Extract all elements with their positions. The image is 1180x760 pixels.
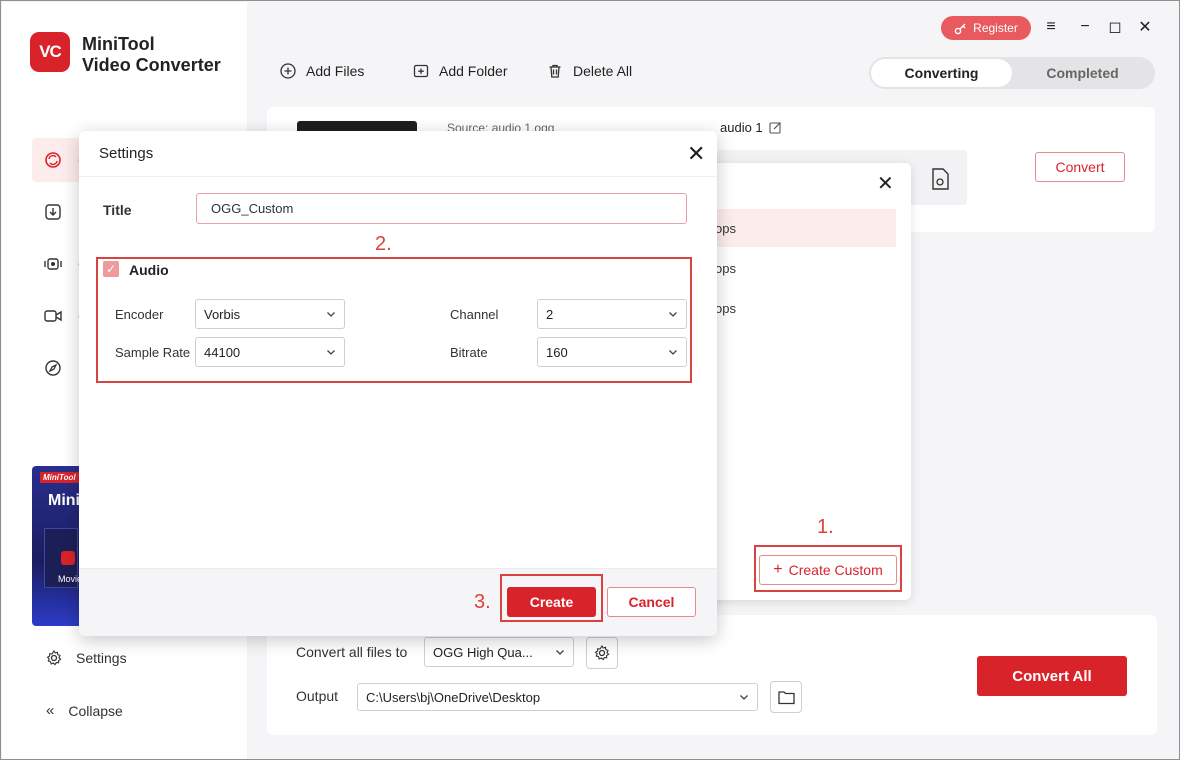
chevron-down-icon: [327, 350, 335, 355]
encoder-label: Encoder: [115, 307, 164, 322]
bitrate-value: 160: [546, 344, 568, 360]
status-tabs: Converting Completed: [869, 57, 1155, 89]
folder-icon: [777, 690, 795, 704]
annotation-step1: 1.: [817, 516, 834, 538]
promo-banner[interactable]: MiniTool Mini Movie: [32, 466, 80, 626]
output-format-select[interactable]: OGG High Qua...: [424, 637, 574, 667]
register-label: Register: [973, 21, 1018, 35]
format-preset-item[interactable]: ops: [701, 249, 896, 287]
app-name-line1: MiniTool: [82, 34, 155, 54]
tab-completed[interactable]: Completed: [1012, 59, 1153, 87]
sample-rate-label: Sample Rate: [115, 345, 191, 360]
sample-rate-select[interactable]: 44100: [195, 337, 345, 367]
encoder-value: Vorbis: [204, 306, 241, 322]
browse-folder-button[interactable]: [770, 681, 802, 713]
close-window-icon[interactable]: ✕: [1135, 17, 1155, 37]
download-icon: [45, 204, 61, 220]
format-settings-icon[interactable]: [930, 168, 950, 190]
close-icon[interactable]: ✕: [687, 141, 705, 167]
add-folder-label: Add Folder: [439, 63, 508, 79]
key-icon: [954, 23, 966, 34]
trash-icon: [549, 64, 561, 78]
output-path-value: C:\Users\bj\OneDrive\Desktop: [366, 689, 541, 705]
folder-plus-icon: [413, 64, 429, 78]
video-camera-icon: [44, 310, 62, 322]
output-path-select[interactable]: C:\Users\bj\OneDrive\Desktop: [357, 683, 758, 711]
convert-icon: [45, 152, 61, 168]
bitrate-select[interactable]: 160: [537, 337, 687, 367]
close-icon[interactable]: ✕: [877, 171, 894, 196]
menu-icon[interactable]: ≡: [1041, 17, 1061, 37]
video-thumbnail: [297, 121, 417, 131]
annotation-box-step1: [754, 545, 902, 592]
audio-checkbox[interactable]: ✓: [103, 261, 119, 277]
format-preset-item[interactable]: ops: [701, 209, 896, 247]
edit-icon[interactable]: [769, 121, 782, 134]
encoder-select[interactable]: Vorbis: [195, 299, 345, 329]
promo-sub: Movie: [58, 574, 80, 584]
annotation-step2: 2.: [375, 233, 392, 255]
screen-record-icon: [44, 258, 62, 270]
create-button[interactable]: Create: [507, 587, 596, 617]
cancel-button[interactable]: Cancel: [607, 587, 696, 617]
app-logo: VC: [30, 32, 70, 72]
dialog-title: Settings: [99, 145, 154, 162]
minimize-icon[interactable]: −: [1075, 17, 1095, 37]
app-name: MiniTool Video Converter: [82, 34, 221, 76]
compass-icon: [45, 360, 61, 376]
channel-value: 2: [546, 306, 554, 322]
app-window: VC MiniTool Video Converter C D C C D Mi…: [0, 0, 1180, 760]
collapse-button[interactable]: « Collapse: [46, 702, 123, 719]
title-field-label: Title: [103, 202, 132, 218]
add-files-label: Add Files: [306, 63, 365, 79]
output-label: Output: [296, 688, 339, 704]
convert-all-button[interactable]: Convert All: [977, 656, 1127, 696]
plus-circle-icon: [280, 63, 296, 79]
channel-label: Channel: [450, 307, 499, 322]
settings-dialog: Settings ✕ Title 2. ✓ Audio Encoder Vorb…: [79, 131, 717, 636]
double-chevron-left-icon: «: [46, 702, 55, 719]
tab-converting[interactable]: Converting: [871, 59, 1012, 87]
bitrate-label: Bitrate: [450, 345, 488, 360]
app-name-line2: Video Converter: [82, 55, 221, 75]
chevron-down-icon: [740, 695, 748, 700]
convert-button[interactable]: Convert: [1035, 152, 1125, 182]
settings-label: Settings: [76, 650, 127, 666]
target-title: audio 1: [720, 120, 782, 135]
add-folder-button[interactable]: Add Folder: [413, 63, 507, 79]
chevron-down-icon: [556, 650, 564, 655]
target-title-text: audio 1: [720, 120, 763, 135]
maximize-icon[interactable]: ◻: [1105, 17, 1125, 37]
gear-icon: [594, 645, 610, 661]
title-input[interactable]: [196, 193, 687, 224]
chevron-down-icon: [669, 350, 677, 355]
promo-tag: MiniTool: [40, 472, 79, 483]
gear-icon: [46, 650, 62, 666]
delete-all-label: Delete All: [573, 63, 633, 79]
sample-rate-value: 44100: [204, 344, 241, 360]
collapse-label: Collapse: [68, 702, 123, 719]
register-button[interactable]: Register: [941, 16, 1031, 40]
audio-section-label: Audio: [129, 262, 169, 278]
settings-dialog-header: Settings ✕: [79, 131, 717, 177]
delete-all-button[interactable]: Delete All: [547, 63, 632, 79]
settings-button[interactable]: Settings: [46, 650, 127, 666]
channel-select[interactable]: 2: [537, 299, 687, 329]
add-files-button[interactable]: Add Files: [280, 63, 364, 79]
format-popup: ✕ ops ops ops: [701, 163, 911, 600]
annotation-step3: 3.: [474, 591, 491, 613]
chevron-down-icon: [327, 312, 335, 317]
convert-all-to-label: Convert all files to: [296, 644, 408, 660]
output-format-value: OGG High Qua...: [433, 644, 533, 660]
chevron-down-icon: [669, 312, 677, 317]
format-settings-button[interactable]: [586, 637, 618, 669]
format-preset-item[interactable]: ops: [701, 289, 896, 327]
promo-title: Mini: [48, 492, 80, 509]
